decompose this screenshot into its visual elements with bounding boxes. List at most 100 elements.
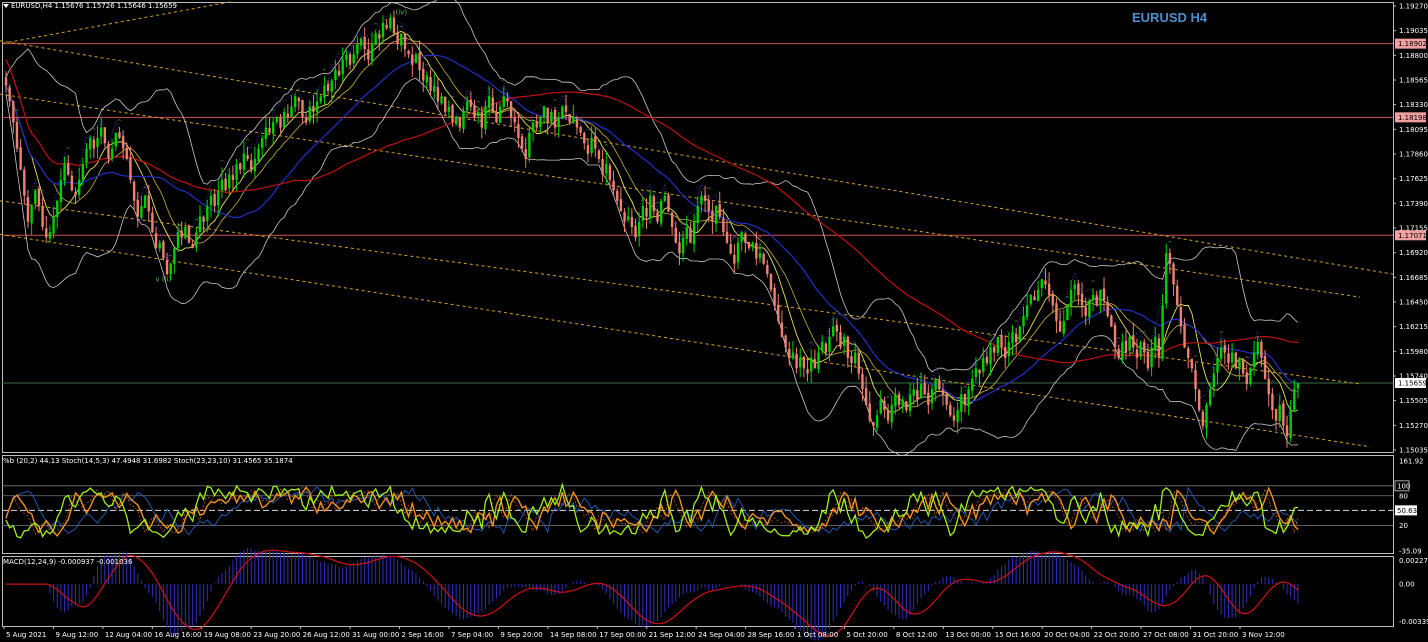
candle-body xyxy=(850,356,853,364)
candle-body xyxy=(246,155,249,159)
candle-body xyxy=(773,287,776,306)
candle-body xyxy=(487,96,491,108)
candle-body xyxy=(1172,263,1175,285)
candle-body xyxy=(1139,342,1142,357)
candle-body xyxy=(454,117,458,125)
candle-body xyxy=(132,181,136,201)
candle-body xyxy=(513,117,516,123)
candle-body xyxy=(667,194,670,212)
candle-body xyxy=(1278,404,1281,421)
candle-body xyxy=(301,99,304,118)
fractal-marker: ^ xyxy=(655,201,660,208)
osc-tick-label: 20 xyxy=(1399,522,1408,530)
candle-body xyxy=(154,233,158,248)
candle-body xyxy=(173,247,176,264)
candle-body xyxy=(1095,295,1098,306)
time-tick-label: 19 Aug 08:00 xyxy=(204,631,251,639)
candle-body xyxy=(1260,341,1263,358)
candle-body xyxy=(952,415,956,421)
fractal-marker: ^ xyxy=(450,96,455,103)
candle-body xyxy=(813,359,817,369)
bollinger-lower xyxy=(5,77,1299,456)
candle-body xyxy=(1102,288,1106,301)
candle-body xyxy=(1289,410,1292,439)
candle-body xyxy=(312,106,315,112)
candle-body xyxy=(63,164,66,182)
time-tick-label: 27 Oct 08:00 xyxy=(1143,631,1189,639)
candle-body xyxy=(1128,336,1131,351)
candle-body xyxy=(242,153,246,170)
dropdown-icon[interactable] xyxy=(3,4,9,8)
candle-body xyxy=(956,410,959,422)
candle-body xyxy=(403,33,407,50)
time-tick-label: 28 Sep 16:00 xyxy=(748,631,795,639)
candle-body xyxy=(286,113,290,118)
candle-body xyxy=(429,77,432,91)
candle-body xyxy=(561,106,564,119)
candle-body xyxy=(250,160,253,170)
candle-body xyxy=(1000,335,1003,348)
candle-body xyxy=(293,96,297,108)
candle-body xyxy=(608,165,612,180)
y-tick-label: 1.17390 xyxy=(1399,200,1428,208)
candle-body xyxy=(458,117,462,128)
candle-body xyxy=(268,128,271,133)
time-tick-label: 13 Oct 00:00 xyxy=(945,631,991,639)
candle-body xyxy=(78,179,81,195)
candle-body xyxy=(433,85,436,92)
candle-body xyxy=(407,50,410,55)
y-tick-label: 1.16450 xyxy=(1399,299,1428,307)
candle-body xyxy=(465,101,469,111)
fractal-marker: ^ xyxy=(348,44,353,51)
candle-body xyxy=(941,389,945,395)
candle-body xyxy=(729,243,732,254)
wave-label: (iv) xyxy=(396,9,408,17)
candle-body xyxy=(799,357,802,368)
candle-body xyxy=(147,195,150,212)
candle-body xyxy=(114,132,118,147)
candle-body xyxy=(1033,296,1036,301)
time-tick-label: 1 Oct 08:00 xyxy=(797,631,838,639)
candle-body xyxy=(1084,307,1087,316)
candle-body xyxy=(129,157,132,180)
candle-body xyxy=(56,200,59,218)
chart-canvas[interactable]: ^ ^ ^ ^ ^ ^ ^ ^ ^ ^ ^ ^ ^ ^ ^ ^ ^ ^ ^ ^ ^ ^ ^ ^ ^ ^ ^ ^ ^ ^ ^ ^ ^ ^ ^ ^ ^ ^ ^ ^… xyxy=(0,0,1428,642)
candle-body xyxy=(1245,372,1248,384)
fractal-marker: ^ xyxy=(373,22,378,29)
fractal-marker: ^ xyxy=(117,119,122,126)
macd-tick-label: -0.003393 xyxy=(1399,618,1428,626)
candle-body xyxy=(630,217,634,227)
candle-body xyxy=(107,143,110,159)
fractal-marker: ^ xyxy=(66,147,71,154)
candle-body xyxy=(945,392,948,405)
candle-body xyxy=(616,190,619,201)
osc-stoch-main-line xyxy=(5,482,1299,539)
time-tick-label: 7 Sep 04:00 xyxy=(451,631,493,639)
candle-body xyxy=(919,383,923,398)
candle-body xyxy=(341,59,344,75)
candle-body xyxy=(436,87,440,102)
candle-body xyxy=(224,178,227,191)
candle-body xyxy=(103,127,107,144)
candle-body xyxy=(1282,403,1285,426)
candle-body xyxy=(444,96,447,112)
y-tick-label: 1.17625 xyxy=(1399,175,1428,183)
candle-body xyxy=(542,106,546,118)
candle-body xyxy=(1274,408,1278,421)
candle-body xyxy=(586,145,590,154)
candle-body xyxy=(1066,305,1069,321)
candle-body xyxy=(1022,315,1025,327)
candle-body xyxy=(422,68,425,81)
candle-body xyxy=(41,205,44,227)
symbol-info: EURUSD,H4 1.15676 1.15726 1.15646 1.1565… xyxy=(11,2,177,10)
candle-body xyxy=(1036,289,1040,301)
y-tick-label: 1.15505 xyxy=(1399,397,1428,405)
candle-body xyxy=(1219,347,1223,359)
candle-body xyxy=(817,352,820,369)
candle-body xyxy=(963,394,967,405)
candle-body xyxy=(257,148,260,161)
time-tick-label: 14 Sep 08:00 xyxy=(550,631,597,639)
fractal-marker: ^ xyxy=(1116,337,1121,344)
fractal-marker: ^ xyxy=(629,200,634,207)
fractal-marker: ^ xyxy=(1039,271,1044,278)
